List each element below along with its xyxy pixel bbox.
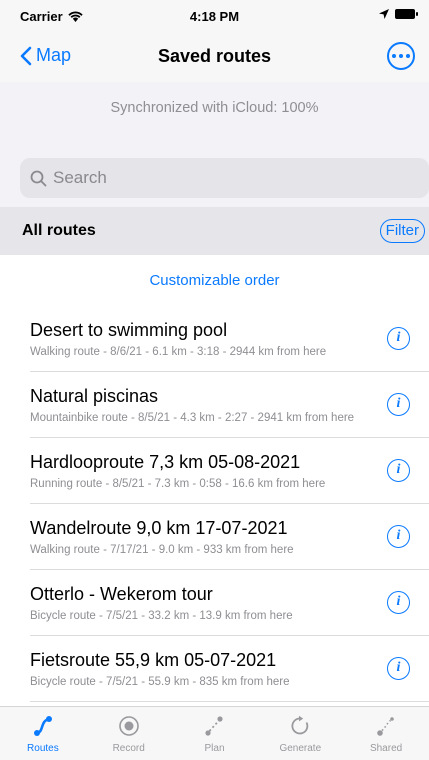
tab-generate[interactable]: Generate bbox=[257, 707, 343, 760]
status-bar: Carrier 4:18 PM bbox=[0, 0, 429, 34]
route-name: Natural piscinas bbox=[30, 386, 159, 406]
section-header: All routes Filter bbox=[0, 207, 429, 255]
navigation-bar: Map Saved routes bbox=[0, 34, 429, 82]
tab-label: Record bbox=[112, 743, 145, 754]
info-icon[interactable]: i bbox=[387, 525, 410, 548]
row-separator bbox=[30, 701, 429, 702]
location-arrow-icon bbox=[379, 9, 389, 19]
info-icon[interactable]: i bbox=[387, 459, 410, 482]
route-list-item[interactable]: Natural piscinas Mountainbike route - 8/… bbox=[0, 372, 429, 438]
tab-label: Shared bbox=[369, 743, 403, 754]
ellipsis-dot bbox=[392, 54, 396, 58]
tab-label: Plan bbox=[204, 743, 225, 754]
tab-label: Routes bbox=[27, 743, 59, 754]
sync-header-area: Synchronized with iCloud: 100% bbox=[0, 82, 429, 207]
generate-icon bbox=[291, 715, 309, 735]
route-details: Walking route - 8/6/21 - 6.1 km - 3:18 -… bbox=[30, 346, 327, 358]
tab-record[interactable]: Record bbox=[86, 707, 172, 760]
route-name: Desert to swimming pool bbox=[30, 320, 228, 340]
ellipsis-dot bbox=[399, 54, 403, 58]
plan-icon bbox=[205, 716, 224, 736]
search-icon bbox=[30, 170, 47, 186]
route-name: Wandelroute 9,0 km 17-07-2021 bbox=[30, 518, 288, 538]
customizable-order-link[interactable]: Customizable order bbox=[0, 272, 429, 289]
info-icon[interactable]: i bbox=[387, 657, 410, 680]
tab-routes[interactable]: Routes bbox=[0, 707, 86, 760]
route-details: Running route - 8/5/21 - 7.3 km - 0:58 -… bbox=[30, 478, 326, 490]
route-list-item[interactable]: Wandelroute 9,0 km 17-07-2021 Walking ro… bbox=[0, 504, 429, 570]
record-icon bbox=[118, 716, 139, 736]
status-time: 4:18 PM bbox=[189, 9, 240, 24]
route-icon bbox=[33, 716, 52, 736]
route-list-item[interactable]: Desert to swimming pool Walking route - … bbox=[0, 306, 429, 372]
route-details: Bicycle route - 7/5/21 - 33.2 km - 13.9 … bbox=[30, 610, 293, 622]
section-title: All routes bbox=[22, 222, 96, 239]
tab-plan[interactable]: Plan bbox=[172, 707, 258, 760]
route-name: Otterlo - Wekerom tour bbox=[30, 584, 213, 604]
route-list: Desert to swimming pool Walking route - … bbox=[0, 306, 429, 702]
ellipsis-dot bbox=[406, 54, 410, 58]
route-list-item[interactable]: Otterlo - Wekerom tour Bicycle route - 7… bbox=[0, 570, 429, 636]
tab-shared[interactable]: Shared bbox=[343, 707, 429, 760]
battery-icon bbox=[395, 9, 418, 19]
status-indicators bbox=[379, 9, 418, 19]
shared-icon bbox=[377, 717, 394, 736]
tab-label: Generate bbox=[279, 743, 322, 754]
info-icon[interactable]: i bbox=[387, 327, 410, 350]
search-input[interactable] bbox=[53, 168, 393, 188]
route-details: Walking route - 7/17/21 - 9.0 km - 933 k… bbox=[30, 544, 294, 556]
search-bar[interactable] bbox=[20, 158, 429, 198]
more-options-button[interactable] bbox=[387, 42, 415, 70]
route-details: Mountainbike route - 8/5/21 - 4.3 km - 2… bbox=[30, 412, 355, 424]
route-name: Hardlooproute 7,3 km 05-08-2021 bbox=[30, 452, 301, 472]
tab-bar: Routes Record Plan Generate Shared bbox=[0, 706, 429, 760]
info-icon[interactable]: i bbox=[387, 591, 410, 614]
route-details: Bicycle route - 7/5/21 - 55.9 km - 835 k… bbox=[30, 676, 290, 688]
info-icon[interactable]: i bbox=[387, 393, 410, 416]
filter-button[interactable]: Filter bbox=[379, 219, 425, 243]
page-title: Saved routes bbox=[157, 46, 272, 66]
route-list-item[interactable]: Hardlooproute 7,3 km 05-08-2021 Running … bbox=[0, 438, 429, 504]
sync-status-text: Synchronized with iCloud: 100% bbox=[110, 100, 319, 116]
route-list-item[interactable]: Fietsroute 55,9 km 05-07-2021 Bicycle ro… bbox=[0, 636, 429, 702]
route-name: Fietsroute 55,9 km 05-07-2021 bbox=[30, 650, 277, 670]
